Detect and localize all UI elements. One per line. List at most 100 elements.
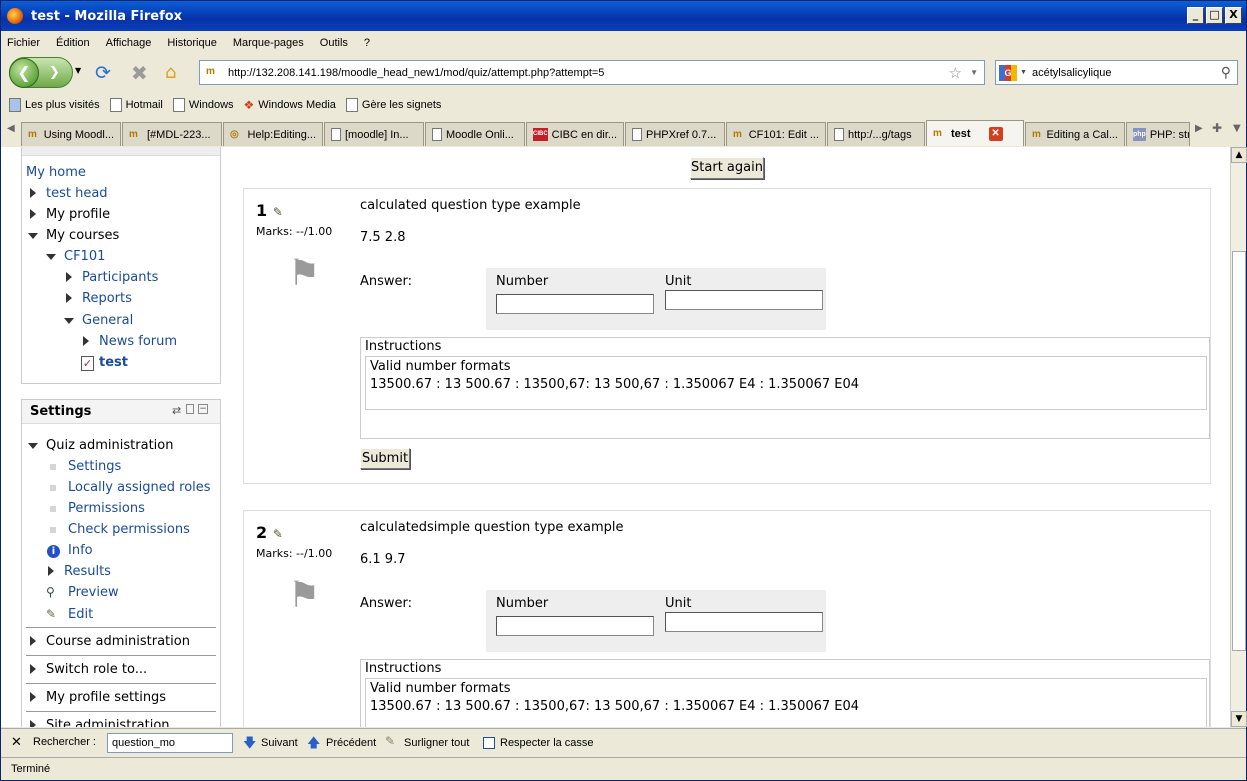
menu-fichier[interactable]: Fichier [7, 37, 40, 49]
bookmark-gere-signets[interactable]: Gère les signets [345, 98, 441, 112]
tab-tags[interactable]: http:/...g/tags [827, 122, 925, 146]
bookmark-windows-media[interactable]: ❖ Windows Media [244, 98, 336, 112]
url-dropdown-icon[interactable]: ▼ [970, 68, 978, 77]
nav-general[interactable]: General [64, 313, 133, 328]
quiz-icon: ✓ [81, 356, 94, 371]
settings-course-administration[interactable]: Course administration [30, 634, 190, 649]
start-again-button[interactable]: Start again [690, 157, 764, 179]
number-input[interactable] [496, 616, 654, 636]
nav-my-courses[interactable]: My courses [28, 228, 119, 243]
settings-results[interactable]: Results [48, 564, 111, 579]
menu-help[interactable]: ? [364, 37, 370, 49]
edit-question-icon[interactable]: ✎ [273, 527, 283, 541]
collapse-block-icon[interactable]: − [198, 404, 208, 414]
url-bar[interactable]: m http://132.208.141.198/moodle_head_new… [199, 60, 985, 85]
nav-test[interactable]: ✓ test [81, 355, 128, 371]
tab-moodle-in[interactable]: [moodle] In... [324, 122, 424, 146]
forward-button[interactable]: ❯ [49, 65, 60, 80]
tab-mdl[interactable]: m [#MDL-223... [122, 122, 222, 146]
reload-icon[interactable]: ⟳ [95, 62, 111, 84]
match-case-label[interactable]: Respecter la casse [500, 737, 594, 749]
tab-cf101-edit[interactable]: m CF101: Edit ... [726, 122, 826, 146]
find-previous-button[interactable]: Précédent [326, 737, 376, 749]
google-icon[interactable]: G [999, 65, 1017, 81]
settings-permissions[interactable]: Permissions [50, 501, 145, 516]
menu-affichage[interactable]: Affichage [106, 37, 152, 49]
tab-help-editing[interactable]: ◎ Help:Editing... [223, 122, 323, 146]
home-icon[interactable]: ⌂ [165, 62, 176, 83]
settings-edit[interactable]: ✎ Edit [46, 607, 93, 622]
settings-quiz-administration[interactable]: Quiz administration [28, 438, 173, 453]
bookmark-star-icon[interactable]: ☆ [949, 64, 962, 82]
settings-check-permissions[interactable]: Check permissions [50, 522, 190, 537]
window-icon[interactable] [186, 404, 194, 414]
menu-historique[interactable]: Historique [167, 37, 217, 49]
back-button[interactable]: ❮ [9, 57, 39, 88]
tab-phpxref[interactable]: PHPXref 0.7... [625, 122, 725, 146]
tab-moodle-online[interactable]: Moodle Onli... [425, 122, 525, 146]
scroll-up-icon[interactable]: ▲ [1231, 147, 1247, 163]
scroll-down-icon[interactable]: ▼ [1231, 711, 1247, 727]
nav-label: Reports [82, 291, 132, 306]
tab-editing-calc[interactable]: m Editing a Cal... [1025, 122, 1125, 146]
bookmark-windows[interactable]: Windows [172, 98, 234, 112]
submit-button[interactable]: Submit [360, 448, 410, 469]
close-button[interactable]: X [1225, 7, 1242, 24]
edit-question-icon[interactable]: ✎ [273, 205, 283, 219]
instructions-title: Instructions [365, 661, 442, 676]
menu-edition[interactable]: Édition [56, 37, 90, 49]
tab-scroll-right-icon[interactable]: ▶ [1195, 123, 1203, 134]
match-case-checkbox[interactable] [483, 737, 495, 749]
search-box[interactable]: G ▼ acétylsalicylique ⚲ [995, 60, 1238, 85]
page-icon [432, 128, 442, 141]
bookmark-les-plus-visites[interactable]: Les plus visités [9, 98, 100, 112]
unit-input[interactable] [665, 612, 823, 632]
bookmarks-toolbar: Les plus visités Hotmail Windows ❖ Window… [1, 93, 1246, 117]
unit-input[interactable] [665, 290, 823, 310]
tab-php-str[interactable]: phpPHP: str... [1126, 122, 1190, 146]
dock-icon[interactable]: ⇄ [172, 404, 181, 417]
nav-my-profile[interactable]: My profile [30, 207, 110, 222]
history-dropdown-icon[interactable]: ▼ [75, 66, 81, 75]
number-label: Number [496, 596, 549, 611]
tab-test[interactable]: m test ✕ [926, 120, 1024, 146]
close-tab-icon[interactable]: ✕ [988, 126, 1003, 141]
highlight-all-button[interactable]: Surligner tout [404, 737, 469, 749]
flag-question-icon[interactable]: ⚑ [288, 253, 320, 294]
settings-site-administration[interactable]: Site administration [30, 718, 170, 727]
tab-list-icon[interactable]: ▼ [1233, 123, 1241, 134]
nav-participants[interactable]: Participants [66, 270, 158, 285]
number-input[interactable] [496, 294, 654, 314]
search-icon[interactable]: ⚲ [1221, 64, 1231, 81]
menu-marque-pages[interactable]: Marque-pages [233, 37, 304, 49]
page-icon [331, 128, 341, 141]
scroll-thumb[interactable] [1232, 251, 1246, 651]
settings-info[interactable]: i Info [47, 543, 93, 558]
close-find-icon[interactable]: ✕ [11, 734, 22, 750]
find-next-button[interactable]: Suivant [261, 737, 298, 749]
settings-my-profile-settings[interactable]: My profile settings [30, 690, 166, 705]
settings-settings[interactable]: Settings [50, 459, 121, 474]
flag-question-icon[interactable]: ⚑ [288, 575, 320, 616]
search-engine-dropdown-icon[interactable]: ▼ [1020, 69, 1027, 76]
menu-outils[interactable]: Outils [320, 37, 348, 49]
nav-reports[interactable]: Reports [66, 291, 132, 306]
answer-box: Number Unit [486, 268, 826, 330]
nav-news-forum[interactable]: News forum [83, 334, 177, 349]
vertical-scrollbar[interactable]: ▲ ▼ [1230, 147, 1247, 727]
new-tab-icon[interactable]: ✚ [1212, 121, 1222, 135]
settings-preview[interactable]: ⚲ Preview [46, 585, 119, 600]
find-input[interactable]: question_mo [107, 733, 233, 753]
maximize-button[interactable]: □ [1206, 7, 1223, 24]
stop-icon[interactable]: ✖ [131, 61, 148, 85]
minimize-button[interactable]: _ [1187, 7, 1204, 24]
settings-switch-role[interactable]: Switch role to... [30, 662, 147, 677]
nav-cf101[interactable]: CF101 [46, 249, 105, 264]
settings-locally-assigned-roles[interactable]: Locally assigned roles [50, 480, 211, 495]
nav-my-home[interactable]: My home [26, 165, 86, 180]
tab-cibc[interactable]: CIBC CIBC en dir... [526, 122, 624, 146]
nav-test-head[interactable]: test head [30, 186, 108, 201]
bookmark-hotmail[interactable]: Hotmail [109, 98, 163, 112]
tab-using-moodle[interactable]: m Using Moodl... [21, 122, 121, 146]
highlight-icon: ✎ [385, 734, 396, 748]
